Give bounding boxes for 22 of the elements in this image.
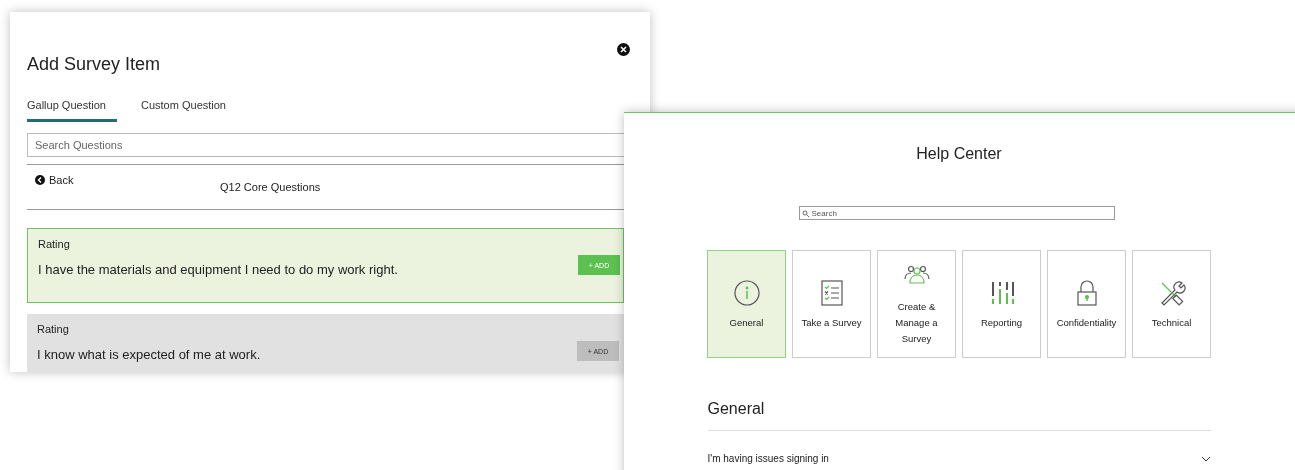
close-icon[interactable] <box>617 43 630 56</box>
category-tile[interactable]: Reporting <box>962 250 1041 358</box>
category-tile[interactable]: Technical <box>1132 250 1211 358</box>
question-tab[interactable]: Custom Question <box>141 99 226 122</box>
question-text: I have the materials and equipment I need to do my work right. <box>38 262 398 277</box>
back-arrow-icon <box>35 174 45 185</box>
category-tile[interactable]: General <box>707 250 786 358</box>
category-tile[interactable]: Take a Survey <box>792 250 871 358</box>
info-icon <box>731 277 762 308</box>
dialog-title: Add Survey Item <box>27 54 162 75</box>
search-field[interactable]: Search <box>798 206 1115 220</box>
faq-item[interactable]: I'm having issues signing in <box>707 453 1211 464</box>
help-center-title: Help Center <box>916 145 1002 163</box>
question-text: I know what is expected of me at work. <box>37 347 261 362</box>
category-tile[interactable]: Create & Manage a Survey <box>877 250 956 358</box>
back-link[interactable]: Back <box>35 173 74 186</box>
question-tab[interactable]: Gallup Question <box>27 99 117 122</box>
section-title: Q12 Core Questions <box>220 181 321 193</box>
question-type: Rating <box>37 323 70 335</box>
question-type: Rating <box>38 238 71 250</box>
category-tile[interactable]: Confidentiality <box>1047 250 1126 358</box>
section-heading: General <box>707 400 1211 431</box>
